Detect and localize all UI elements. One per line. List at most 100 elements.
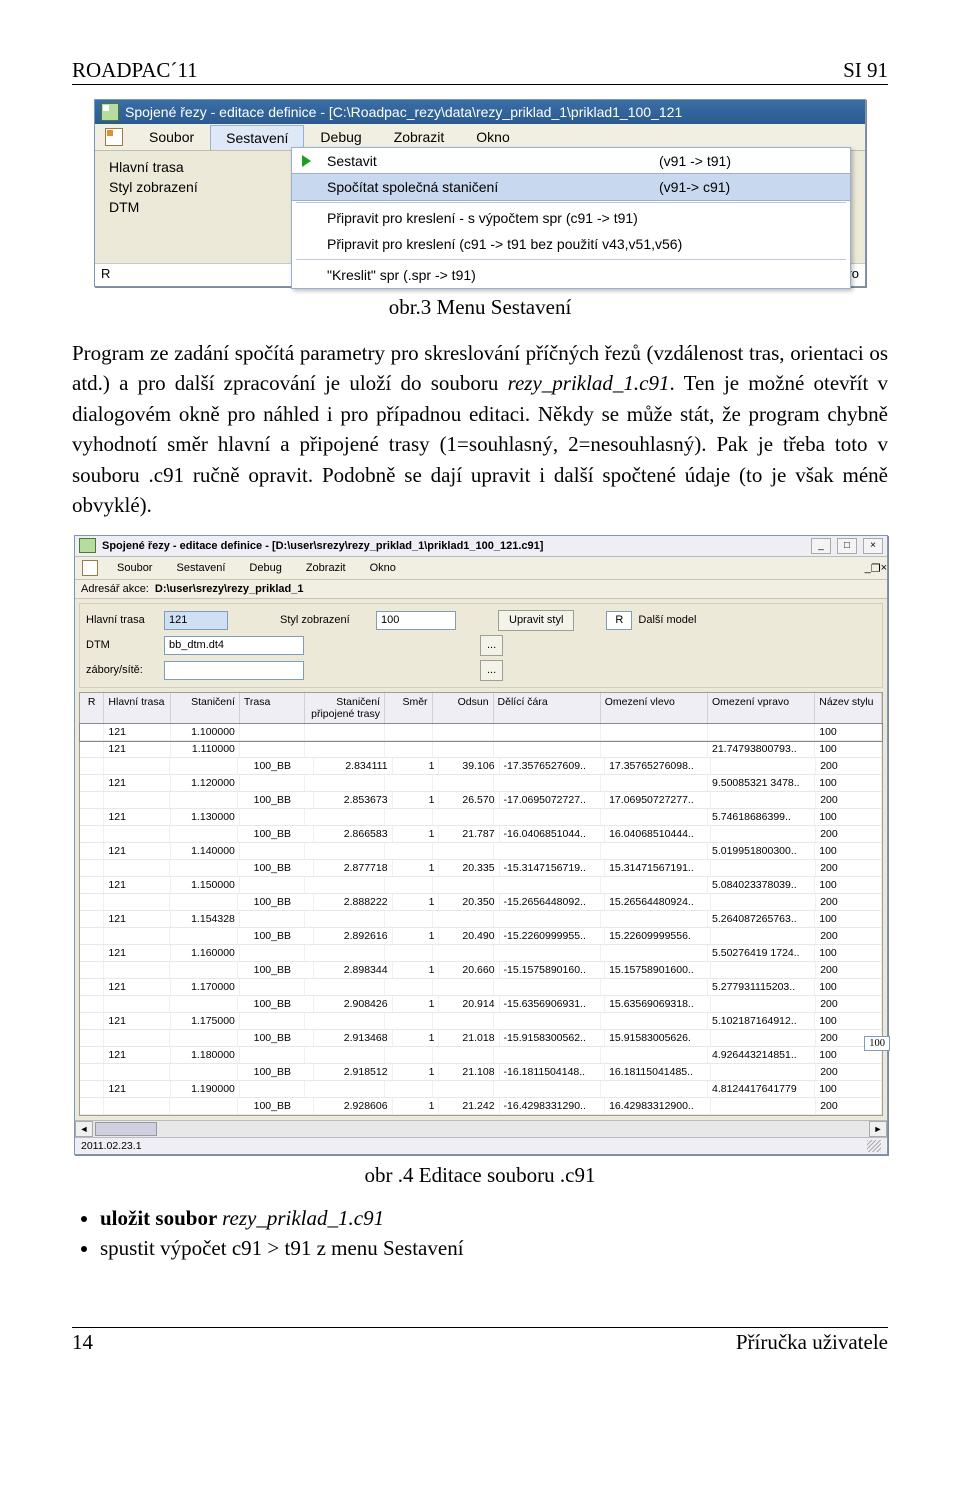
table-row[interactable]: 1211.1400005.019951800300..100 <box>80 843 882 860</box>
cell: 100 <box>815 741 882 757</box>
cell: 2.913468 <box>314 1030 393 1046</box>
table-row[interactable]: 100_BB2.888222120.350-15.2656448092..15.… <box>80 894 882 911</box>
btn-upravit-styl[interactable]: Upravit styl <box>498 610 574 631</box>
input-dtm[interactable]: bb_dtm.dt4 <box>164 636 304 655</box>
table-row[interactable]: 1211.100000100 <box>80 724 882 741</box>
table-row[interactable]: 1211.1500005.084023378039..100 <box>80 877 882 894</box>
table-row[interactable]: 1211.1750005.102187164912..100 <box>80 1013 882 1030</box>
header-right: SI 91 <box>843 58 888 83</box>
col-header[interactable]: Omezení vpravo <box>708 693 815 723</box>
input-zabory[interactable] <box>164 661 304 680</box>
col-header[interactable]: Dělící čára <box>494 693 601 723</box>
dd-pripravit-spr[interactable]: Připravit pro kreslení - s výpočtem spr … <box>292 205 850 231</box>
table-row[interactable]: 1211.1543285.264087265763..100 <box>80 911 882 928</box>
menu2-okno[interactable]: Okno <box>358 558 408 578</box>
table-row[interactable]: 1211.1700005.277931115203..100 <box>80 979 882 996</box>
dd-spocitat[interactable]: Spočítat společná staničení(v91-> c91) <box>292 174 850 200</box>
cell <box>80 911 104 927</box>
table-row[interactable]: 100_BB2.898344120.660-15.1575890160..15.… <box>80 962 882 979</box>
cell: 5.084023378039.. <box>708 877 815 893</box>
dd-kreslit[interactable]: "Kreslit" spr (.spr -> t91) <box>292 262 850 288</box>
minimize-icon[interactable]: _ <box>811 538 831 554</box>
resize-grip-icon[interactable] <box>867 1140 881 1152</box>
btn-zabory-browse[interactable]: ... <box>480 660 503 681</box>
col-header[interactable]: Název stylu <box>815 693 882 723</box>
maximize-icon[interactable]: □ <box>837 538 857 554</box>
cell <box>494 775 601 791</box>
dd-pripravit-bez[interactable]: Připravit pro kreslení (c91 -> t91 bez p… <box>292 231 850 257</box>
table-row[interactable]: 100_BB2.877718120.335-15.3147156719..15.… <box>80 860 882 877</box>
cell: 4.8124417641779 <box>708 1081 815 1097</box>
cell <box>601 809 708 825</box>
scroll-left-icon[interactable]: ◄ <box>75 1121 93 1137</box>
scroll-thumb[interactable] <box>95 1122 157 1136</box>
menu2-zobrazit[interactable]: Zobrazit <box>294 558 358 578</box>
table-row[interactable]: 100_BB2.908426120.914-15.6356906931..15.… <box>80 996 882 1013</box>
menu-sestaveni[interactable]: Sestavení <box>210 125 304 150</box>
table-row[interactable]: 1211.1800004.926443214851..100 <box>80 1047 882 1064</box>
cell: 200 <box>816 996 882 1012</box>
input-styl[interactable]: 100 <box>376 611 456 630</box>
table-row[interactable]: 100_BB2.866583121.787-16.0406851044..16.… <box>80 826 882 843</box>
cell <box>305 724 385 740</box>
table-row[interactable]: 1211.11000021.74793800793..100 <box>80 741 882 758</box>
cell <box>240 1013 305 1029</box>
cell <box>711 962 817 978</box>
cell: 200 <box>816 962 882 978</box>
sestaveni-dropdown: Sestavit(v91 -> t91) Spočítat společná s… <box>291 147 851 289</box>
table-row[interactable]: 1211.1900004.8124417641779100 <box>80 1081 882 1098</box>
cell: 100_BB <box>238 1030 314 1046</box>
col-header[interactable]: Odsun <box>433 693 494 723</box>
table-row[interactable]: 100_BB2.834111139.106-17.3576527609..17.… <box>80 758 882 775</box>
cell: 20.490 <box>439 928 499 944</box>
menu-soubor[interactable]: Soubor <box>133 124 210 150</box>
col-header[interactable]: Staničení <box>171 693 240 723</box>
lbl-hlavni: Hlavní trasa <box>86 614 158 626</box>
col-header[interactable]: Hlavní trasa <box>104 693 171 723</box>
cell <box>433 1081 494 1097</box>
col-header[interactable]: Omezení vlevo <box>601 693 708 723</box>
table-header: RHlavní trasaStaničeníTrasaStaničení při… <box>80 693 882 724</box>
cell: -17.3576527609.. <box>500 758 606 774</box>
table-row[interactable]: 100_BB2.918512121.108-16.1811504148..16.… <box>80 1064 882 1081</box>
table-row[interactable]: 100_BB2.892616120.490-15.2260999955..15.… <box>80 928 882 945</box>
cell <box>104 860 170 876</box>
cell <box>170 1030 238 1046</box>
col-header[interactable]: Směr <box>385 693 433 723</box>
scroll-right-icon[interactable]: ► <box>869 1121 887 1137</box>
table-row[interactable]: 1211.1300005.74618686399..100 <box>80 809 882 826</box>
menu2-soubor[interactable]: Soubor <box>105 558 164 578</box>
table-row[interactable]: 100_BB2.913468121.018-15.9158300562..15.… <box>80 1030 882 1047</box>
btn-dtm-browse[interactable]: ... <box>480 635 503 656</box>
close-icon[interactable]: × <box>863 538 883 554</box>
mdi-close-icon[interactable]: × <box>881 562 887 574</box>
cell: -15.2260999955.. <box>500 928 606 944</box>
paragraph: Program ze zadání spočítá parametry pro … <box>72 338 888 521</box>
col-header[interactable]: Trasa <box>240 693 305 723</box>
col-header[interactable]: Staničení připojené trasy <box>305 693 385 723</box>
cell <box>385 1013 433 1029</box>
mdi-restore-icon[interactable]: ❐ <box>871 562 881 574</box>
col-header[interactable]: R <box>80 693 104 723</box>
table-row[interactable]: 1211.1200009.50085321 3478..100 <box>80 775 882 792</box>
table-row[interactable]: 1211.1600005.50276419 1724..100 <box>80 945 882 962</box>
cell <box>305 1013 385 1029</box>
cell <box>104 1030 170 1046</box>
menu2-debug[interactable]: Debug <box>237 558 293 578</box>
cell <box>80 809 104 825</box>
window-title2: Spojené řezy - editace definice - [D:\us… <box>102 540 543 552</box>
cell: -15.2656448092.. <box>500 894 606 910</box>
input-hlavni[interactable]: 121 <box>164 611 228 630</box>
table-row[interactable]: 100_BB2.928606121.242-16.4298331290..16.… <box>80 1098 882 1115</box>
r-box[interactable]: R <box>606 611 632 630</box>
h-scrollbar[interactable]: ◄ ► <box>75 1120 887 1137</box>
mdi-icon <box>82 560 98 576</box>
float-value-box[interactable]: 100 <box>864 1036 890 1051</box>
table-row[interactable]: 100_BB2.853673126.570-17.0695072727..17.… <box>80 792 882 809</box>
cell <box>385 741 433 757</box>
menu2-sestaveni[interactable]: Sestavení <box>164 558 237 578</box>
cell <box>80 775 104 791</box>
dd-sestavit[interactable]: Sestavit(v91 -> t91) <box>292 148 850 174</box>
cell <box>494 945 601 961</box>
cell <box>711 996 817 1012</box>
